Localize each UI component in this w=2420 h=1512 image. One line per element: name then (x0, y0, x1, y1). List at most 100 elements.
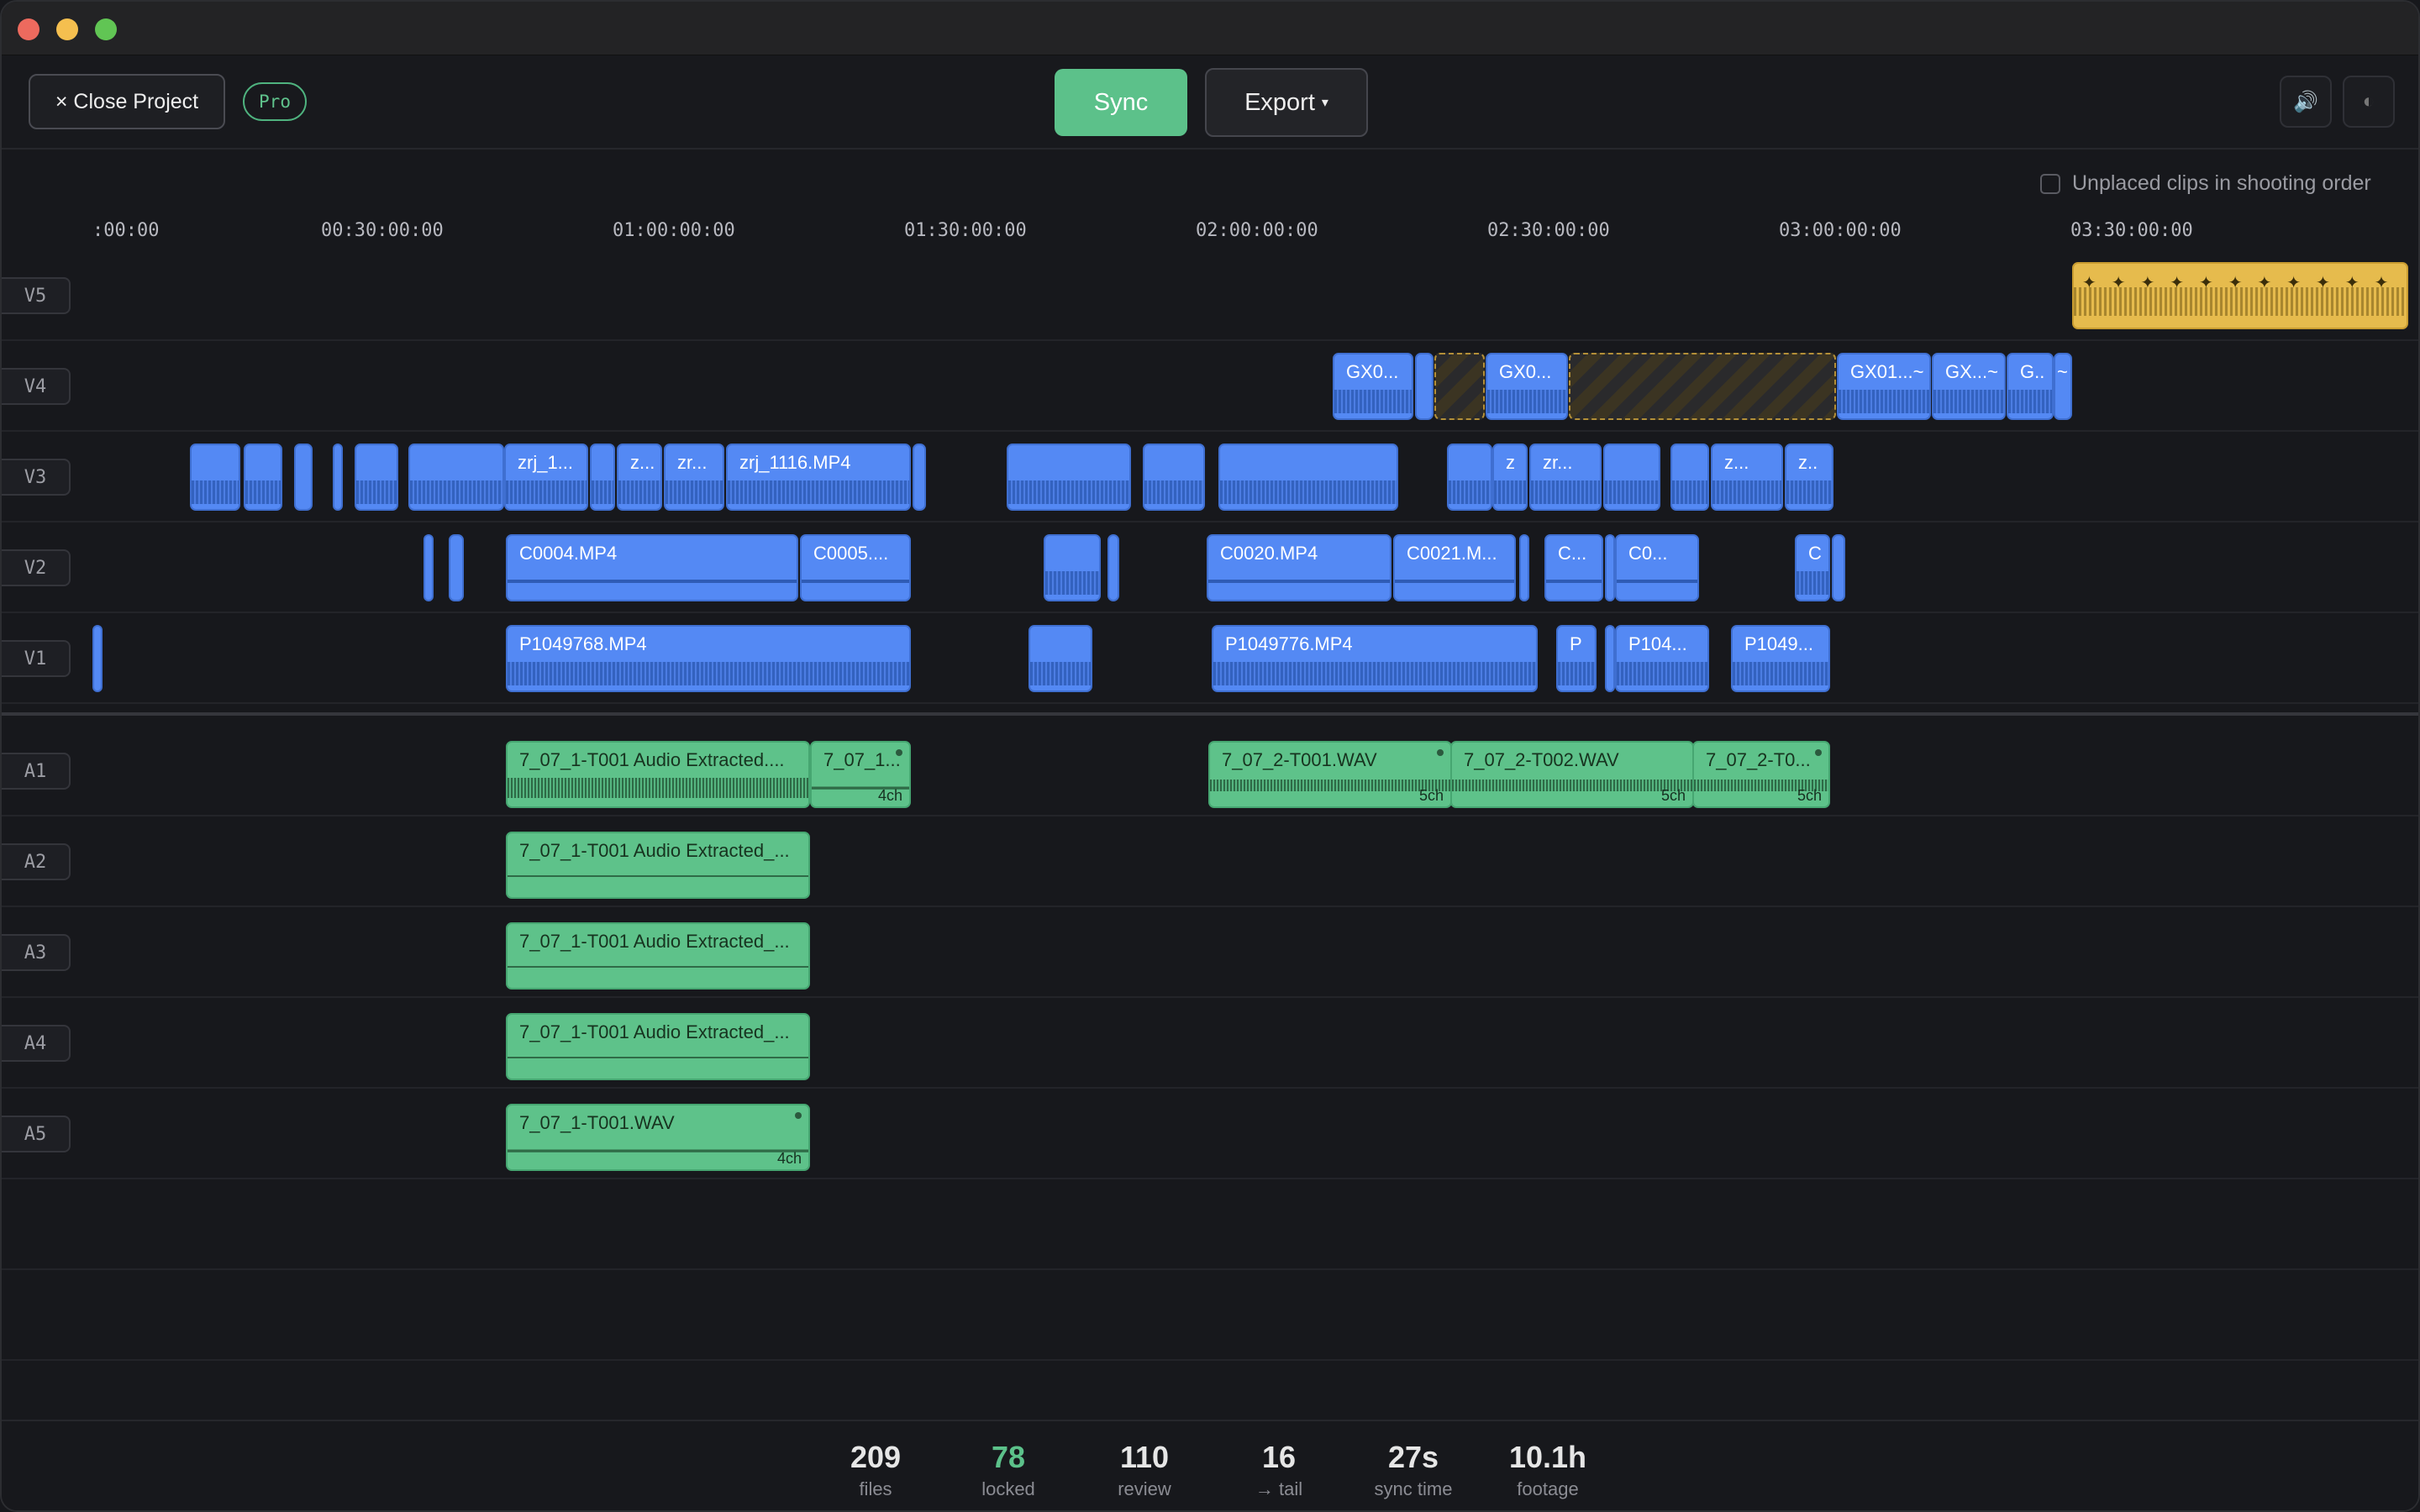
video-clip[interactable] (590, 444, 615, 511)
unplaced-clips-option[interactable]: Unplaced clips in shooting order (2040, 171, 2371, 196)
volume-button[interactable]: 🔊 (2280, 76, 2332, 128)
video-clip[interactable]: C0020.MP4 (1207, 534, 1392, 601)
track-v4[interactable]: V4 GX0... GX0... GX01...~ GX...~ G.. ~ (2, 341, 2418, 432)
audio-clip[interactable]: 7_07_1-T001 Audio Extracted_... (506, 832, 810, 899)
video-clip[interactable]: GX0... (1486, 353, 1568, 420)
export-button[interactable]: Export ▾ (1205, 68, 1368, 137)
video-clip[interactable] (1519, 534, 1529, 601)
track-a5[interactable]: A5 7_07_1-T001.WAV 4ch (2, 1089, 2418, 1179)
audio-clip[interactable]: 7_07_1-T001.WAV 4ch (506, 1104, 810, 1171)
track-v2[interactable]: V2 C0004.MP4 C0005.... C0020.MP4 C0021.M… (2, 522, 2418, 613)
video-clip[interactable]: z... (617, 444, 662, 511)
stat-label: files (859, 1478, 892, 1499)
timeline-ruler[interactable]: :00:00 00:30:00:00 01:00:00:00 01:30:00:… (2, 212, 2418, 245)
video-clip[interactable] (1415, 353, 1434, 420)
unplaced-clip[interactable]: ✦✦✦✦✦✦✦✦✦✦✦✦✦✦ (2072, 262, 2408, 329)
clip-name: P1049... (1744, 633, 1813, 654)
window-maximize-button[interactable] (95, 18, 117, 40)
video-clip[interactable]: GX0... (1333, 353, 1413, 420)
waveform (410, 480, 502, 504)
video-clip[interactable] (92, 625, 103, 692)
waveform (1452, 780, 1692, 791)
video-clip[interactable]: C0021.M... (1393, 534, 1516, 601)
sync-button[interactable]: Sync (1055, 69, 1187, 136)
video-clip[interactable]: P (1556, 625, 1597, 692)
track-a4[interactable]: A4 7_07_1-T001 Audio Extracted_... (2, 998, 2418, 1089)
audio-clip[interactable]: 7_07_1-T001 Audio Extracted.... (506, 741, 810, 808)
track-a2[interactable]: A2 7_07_1-T001 Audio Extracted_... (2, 816, 2418, 907)
video-clip[interactable] (1603, 444, 1660, 511)
video-clip[interactable]: zrj_1116.MP4 (726, 444, 911, 511)
unplaced-checkbox[interactable] (2040, 173, 2060, 194)
video-clip[interactable]: C0... (1615, 534, 1699, 601)
track-v1[interactable]: V1 P1049768.MP4 P1049776.MP4 P P104... P… (2, 613, 2418, 704)
video-clip[interactable] (1143, 444, 1205, 511)
channel-count: 4ch (877, 787, 902, 804)
audio-clip[interactable]: 7_07_1... 4ch (810, 741, 911, 808)
video-clip[interactable] (190, 444, 240, 511)
track-v3[interactable]: V3 zrj_1... z... zr... zrj_1116.MP4 z zr… (2, 432, 2418, 522)
clip-name: P1049768.MP4 (519, 633, 647, 654)
video-clip[interactable] (355, 444, 398, 511)
video-clip[interactable]: C0005.... (800, 534, 911, 601)
video-clip[interactable] (1832, 534, 1845, 601)
video-clip[interactable] (294, 444, 313, 511)
window-close-button[interactable] (18, 18, 39, 40)
video-clip[interactable]: GX...~ (1932, 353, 2006, 420)
video-clip[interactable] (1670, 444, 1709, 511)
video-clip[interactable] (913, 444, 926, 511)
audio-clip[interactable]: 7_07_1-T001 Audio Extracted_... (506, 1013, 810, 1080)
video-clip[interactable] (1044, 534, 1101, 601)
video-clip[interactable] (1218, 444, 1398, 511)
track-v5[interactable]: V5 ✦✦✦✦✦✦✦✦✦✦✦✦✦✦ (2, 250, 2418, 341)
clip-name: C0005.... (813, 543, 889, 564)
window-minimize-button[interactable] (56, 18, 78, 40)
video-clip[interactable] (424, 534, 434, 601)
video-clip[interactable]: P1049776.MP4 (1212, 625, 1538, 692)
gap-clip[interactable] (1569, 353, 1836, 420)
video-clip[interactable] (333, 444, 343, 511)
video-clip[interactable]: P1049768.MP4 (506, 625, 911, 692)
title-bar (2, 2, 2418, 55)
video-clip[interactable] (1605, 625, 1615, 692)
video-clip[interactable]: z (1492, 444, 1528, 511)
video-clip[interactable]: P1049... (1731, 625, 1830, 692)
video-clip[interactable] (408, 444, 504, 511)
video-clip[interactable]: zr... (1529, 444, 1602, 511)
audio-clip[interactable]: 7_07_1-T001 Audio Extracted_... (506, 922, 810, 990)
gap-clip[interactable] (1434, 353, 1485, 420)
video-clip[interactable] (1007, 444, 1131, 511)
export-label: Export (1244, 88, 1315, 116)
theme-toggle-button[interactable]: ◐ (2343, 76, 2395, 128)
video-clip[interactable]: C0004.MP4 (506, 534, 798, 601)
video-clip[interactable]: z.. (1785, 444, 1833, 511)
video-clip[interactable]: C (1795, 534, 1830, 601)
video-clip[interactable]: zr... (664, 444, 724, 511)
status-dot (795, 1112, 802, 1119)
video-clip[interactable] (1447, 444, 1492, 511)
video-clip[interactable]: G.. (2007, 353, 2054, 420)
audio-clip[interactable]: 7_07_2-T001.WAV 5ch (1208, 741, 1452, 808)
waveform (1605, 480, 1659, 504)
video-clip[interactable]: z... (1711, 444, 1783, 511)
audio-clip[interactable]: 7_07_2-T0... 5ch (1692, 741, 1830, 808)
track-a3[interactable]: A3 7_07_1-T001 Audio Extracted_... (2, 907, 2418, 998)
clip-divider (508, 875, 808, 877)
video-clip[interactable] (244, 444, 282, 511)
clip-name: 7_07_1-T001 Audio Extracted_... (519, 1021, 790, 1042)
video-clip[interactable] (449, 534, 464, 601)
video-clip[interactable]: P104... (1615, 625, 1709, 692)
video-clip[interactable]: zrj_1... (504, 444, 588, 511)
video-clip[interactable]: GX01...~ (1837, 353, 1931, 420)
video-clip[interactable] (1028, 625, 1092, 692)
close-project-button[interactable]: × Close Project (29, 74, 225, 129)
video-clip[interactable] (1107, 534, 1119, 601)
video-clip[interactable]: C... (1544, 534, 1603, 601)
waveform (1672, 480, 1707, 504)
stat-value: 78 (991, 1440, 1026, 1474)
track-a1[interactable]: A1 7_07_1-T001 Audio Extracted.... 7_07_… (2, 726, 2418, 816)
clip-name: zr... (677, 452, 708, 473)
video-clip[interactable] (1605, 534, 1615, 601)
video-clip[interactable]: ~ (2054, 353, 2072, 420)
audio-clip[interactable]: 7_07_2-T002.WAV 5ch (1450, 741, 1694, 808)
